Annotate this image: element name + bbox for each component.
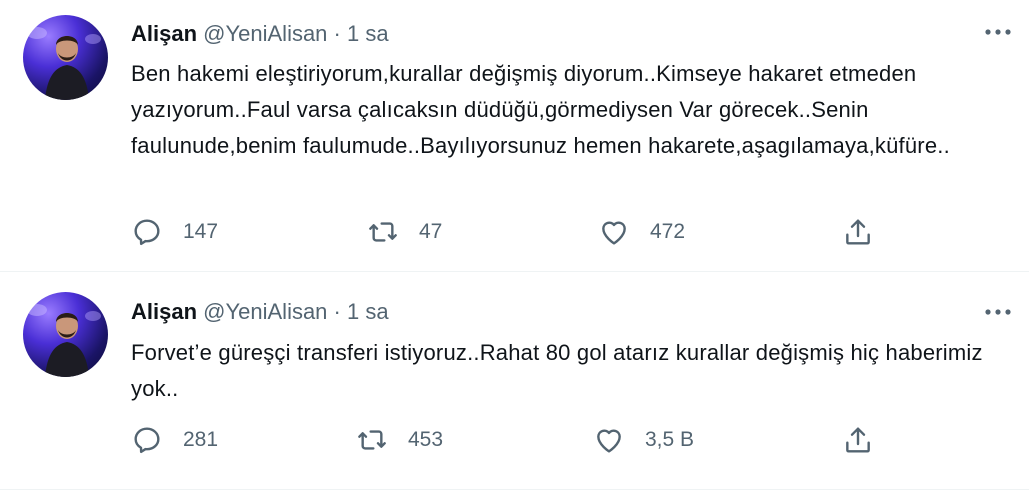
reply-count: 281 <box>183 428 219 451</box>
retweet-icon <box>358 430 386 450</box>
avatar[interactable] <box>23 15 108 100</box>
avatar[interactable] <box>23 292 108 377</box>
reply-icon <box>134 427 160 454</box>
author-name[interactable]: Alişan <box>131 21 197 46</box>
heart-icon <box>602 221 626 245</box>
share-button[interactable] <box>842 423 874 457</box>
retweet-count: 47 <box>419 220 443 243</box>
tweet[interactable]: Alişan @YeniAlisan · 1 sa Ben hakemi ele… <box>0 0 1029 272</box>
tweet[interactable]: Alişan @YeniAlisan · 1 sa Forvet’e güreş… <box>0 272 1029 490</box>
heart-icon <box>597 429 621 453</box>
author-name[interactable]: Alişan <box>131 299 197 324</box>
tweet-text: Ben hakemi eleştiriyorum,kurallar değişm… <box>131 61 950 158</box>
reply-button[interactable]: 147 <box>131 215 218 249</box>
share-button[interactable] <box>842 215 874 249</box>
tweet-timestamp[interactable]: 1 sa <box>347 299 389 324</box>
like-button[interactable]: 472 <box>598 215 685 249</box>
separator-dot: · <box>333 21 341 46</box>
reply-count: 147 <box>183 220 219 243</box>
like-count: 3,5 B <box>645 428 695 451</box>
tweet-header: Alişan @YeniAlisan · 1 sa <box>131 298 389 326</box>
share-icon <box>846 427 870 453</box>
reply-icon <box>134 219 160 246</box>
retweet-button[interactable]: 47 <box>367 215 442 249</box>
reply-button[interactable]: 281 <box>131 423 218 457</box>
author-handle[interactable]: @YeniAlisan <box>203 299 327 324</box>
tweet-actions: 281 453 3,5 B <box>131 423 891 457</box>
more-icon[interactable] <box>983 300 1013 324</box>
author-handle[interactable]: @YeniAlisan <box>203 21 327 46</box>
retweet-button[interactable]: 453 <box>356 423 443 457</box>
tweet-timestamp[interactable]: 1 sa <box>347 21 389 46</box>
like-count: 472 <box>650 220 686 243</box>
like-button[interactable]: 3,5 B <box>593 423 694 457</box>
retweet-count: 453 <box>408 428 444 451</box>
retweet-icon <box>369 222 397 242</box>
more-icon[interactable] <box>983 20 1013 44</box>
tweet-actions: 147 47 472 <box>131 215 891 249</box>
share-icon <box>846 219 870 245</box>
separator-dot: · <box>333 299 341 324</box>
tweet-text: Forvet’e güreşçi transferi istiyoruz..Ra… <box>131 340 983 401</box>
tweet-header: Alişan @YeniAlisan · 1 sa <box>131 20 389 48</box>
